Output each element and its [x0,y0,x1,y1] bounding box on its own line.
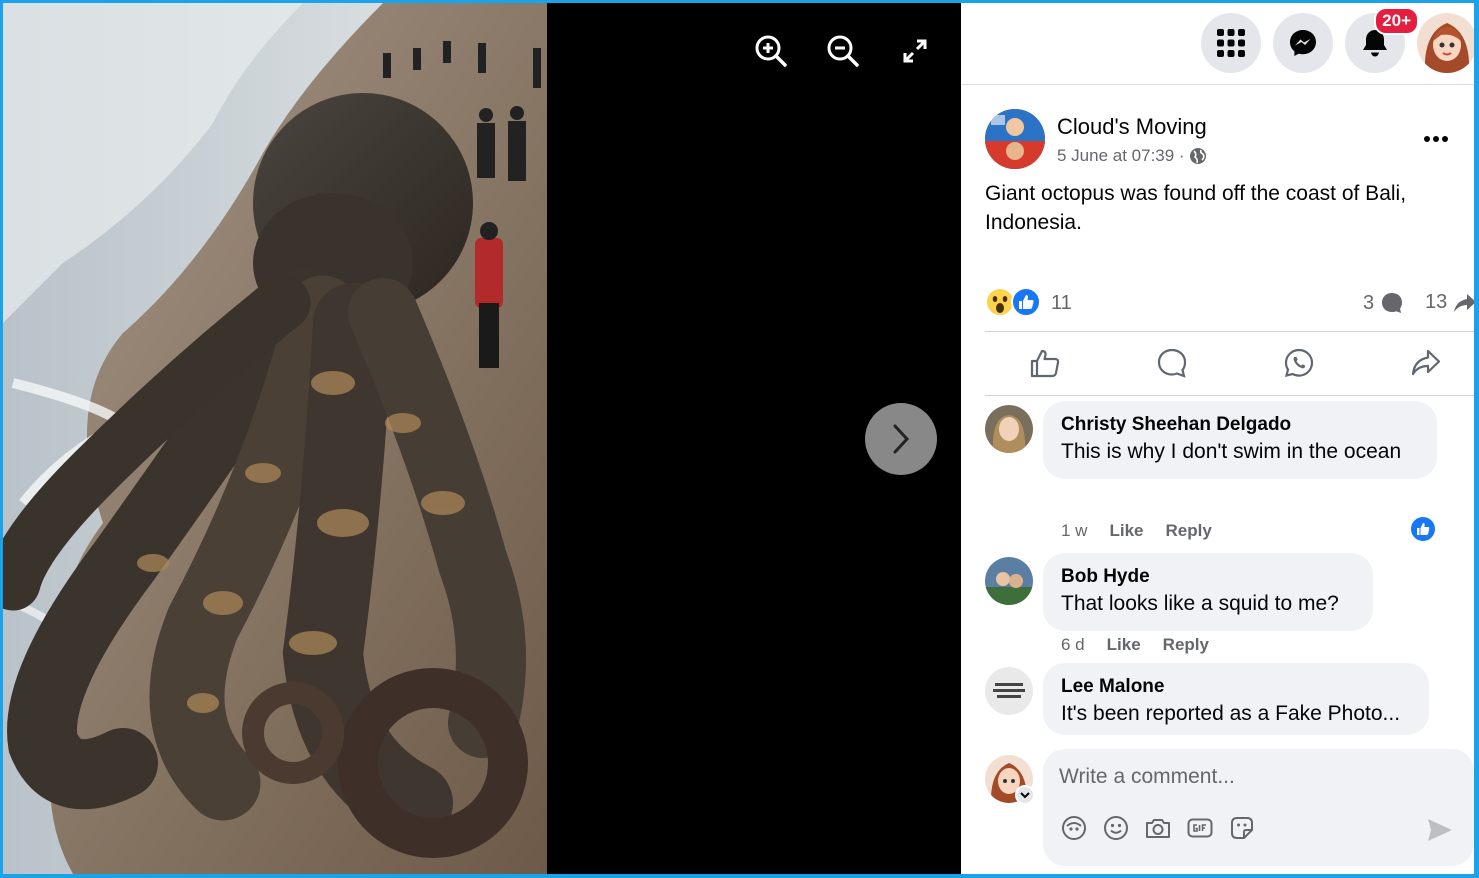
commenter-avatar[interactable] [985,405,1033,453]
camera-icon [1146,819,1170,838]
comment-button[interactable] [1152,343,1192,383]
chevron-down-icon[interactable] [1015,785,1035,805]
avatar-sticker-icon [1062,816,1086,840]
comment-author[interactable]: Lee Malone [1061,675,1411,699]
post-meta: 5 June at 07:39 · [1057,146,1207,166]
photo-viewer-window: 20+ Cloud's Moving 5 June at 07:39 · Gia… [3,3,1474,874]
chevron-right-icon [893,424,910,454]
avatar-photo [985,667,1033,715]
send-icon[interactable] [1426,817,1454,843]
notifications-button[interactable]: 20+ [1345,7,1419,73]
post-text: Giant octopus was found off the coast of… [985,182,1407,234]
account-avatar[interactable] [1417,13,1474,73]
reaction-icons[interactable] [985,287,1041,317]
notifications-badge: 20+ [1374,7,1419,35]
comment-meta: 1 w Like Reply [1061,521,1212,541]
comment-like-link[interactable]: Like [1107,635,1141,655]
comment-composer [985,749,1474,874]
composer-tools [1061,815,1255,841]
page-name[interactable]: Cloud's Moving [1057,114,1207,140]
page-avatar[interactable] [985,109,1045,169]
share-button[interactable] [1406,343,1446,383]
thumbs-up-icon [1417,523,1430,535]
post-photo[interactable] [3,3,547,874]
comment-icon [1157,348,1187,378]
reactions-summary: 11 3 13 [985,287,1474,321]
messenger-button[interactable] [1273,13,1333,73]
post-side-panel: 20+ Cloud's Moving 5 June at 07:39 · Gia… [961,3,1474,874]
share-arrow-icon [1454,293,1474,312]
avatar-illustration [1417,13,1474,73]
commenter-avatar[interactable] [985,557,1033,605]
zoom-out-button[interactable] [825,33,861,69]
comment-input[interactable] [1059,761,1439,793]
next-photo-button[interactable] [865,403,937,475]
post-actions [985,343,1474,389]
zoom-out-icon [827,35,859,67]
comment-bubble-icon [1382,293,1403,313]
comment-bubble: Christy Sheehan Delgado This is why I do… [1043,401,1437,479]
gif-icon [1187,818,1213,838]
comment-reply-link[interactable]: Reply [1166,521,1212,541]
comment-like-badge[interactable] [1409,515,1437,543]
divider [985,331,1474,332]
comment-count-value: 3 [1363,291,1375,314]
comment-age[interactable]: 1 w [1061,521,1087,541]
comment-age[interactable]: 6 d [1061,635,1085,655]
comment-bubble: Lee Malone It's been reported as a Fake … [1043,663,1429,735]
emoji-button[interactable] [1103,815,1129,841]
globe-icon [1189,148,1206,164]
comment-bubble: Bob Hyde That looks like a squid to me? [1043,553,1373,631]
comment-meta: 6 d Like Reply [1061,635,1209,655]
top-navigation: 20+ [961,3,1474,85]
comment-author[interactable]: Bob Hyde [1061,565,1355,589]
messenger-icon [1290,30,1316,56]
share-count[interactable]: 13 [1425,291,1474,314]
gif-button[interactable] [1187,815,1213,841]
avatar-photo [985,557,1033,605]
grid-menu-icon [1217,29,1245,57]
commenter-avatar[interactable] [985,667,1033,715]
avatar-photo [985,405,1033,453]
comment-text: It's been reported as a Fake Photo... [1061,702,1401,725]
page-avatar-illustration [985,109,1045,169]
comment-text: That looks like a squid to me? [1061,592,1339,615]
share-icon [1411,349,1441,376]
post-more-options-button[interactable] [1418,121,1454,157]
photo-button[interactable] [1145,815,1171,841]
zoom-in-icon [755,35,787,67]
like-button[interactable] [1025,343,1065,383]
post-header: Cloud's Moving 5 June at 07:39 · [985,109,1454,173]
comment-like-link[interactable]: Like [1109,521,1143,541]
comment-author[interactable]: Christy Sheehan Delgado [1061,413,1419,437]
photo-viewer [3,3,961,874]
post-date[interactable]: 5 June at 07:39 · [1057,146,1185,166]
whatsapp-icon [1284,348,1314,378]
octopus-photo-illustration [3,3,547,874]
sticker-button[interactable] [1229,815,1255,841]
avatar-sticker-button[interactable] [1061,815,1087,841]
menu-button[interactable] [1201,13,1261,73]
like-reaction-icon [1011,287,1041,317]
viewer-toolbar [753,33,933,69]
reaction-count[interactable]: 11 [1051,292,1072,315]
expand-icon [903,39,927,63]
send-whatsapp-button[interactable] [1279,343,1319,383]
comment-reply-link[interactable]: Reply [1163,635,1209,655]
comment-box [1043,749,1474,866]
comment-count[interactable]: 3 [1363,291,1404,315]
thumbs-up-icon [1030,349,1060,378]
more-dots-icon [1424,136,1448,142]
divider [985,395,1474,396]
emoji-icon [1104,816,1128,840]
fullscreen-button[interactable] [897,33,933,69]
zoom-in-button[interactable] [753,33,789,69]
share-count-value: 13 [1425,291,1448,313]
comment-text: This is why I don't swim in the ocean [1061,440,1402,463]
sticker-icon [1231,817,1253,839]
